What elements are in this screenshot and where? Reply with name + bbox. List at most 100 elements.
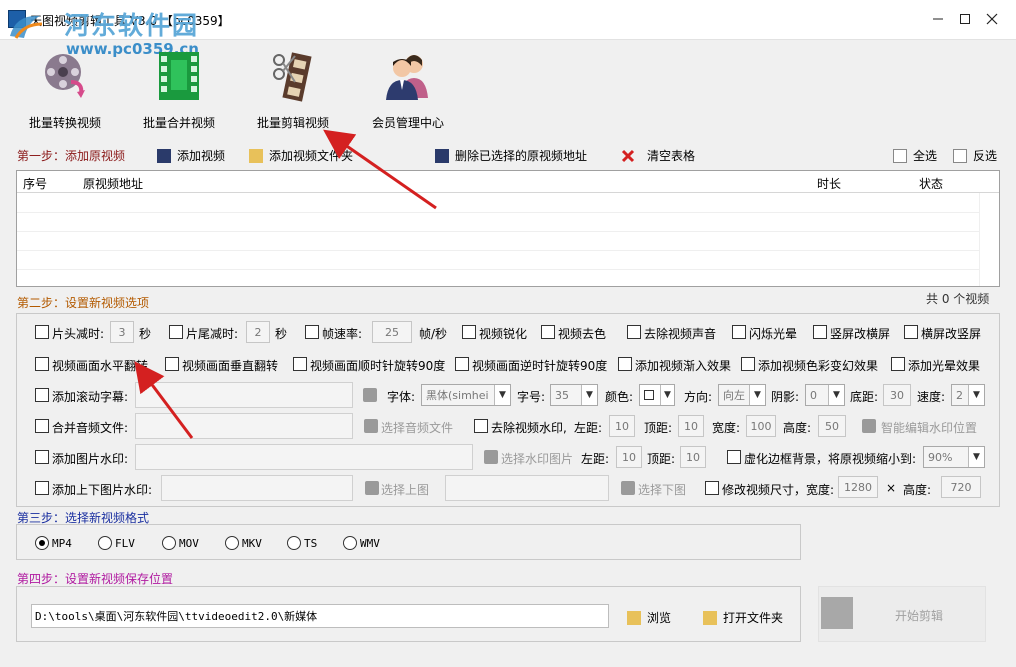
scroll-subtitle-checkbox[interactable] <box>35 388 49 402</box>
v2h-checkbox[interactable] <box>813 325 827 339</box>
resize-width-input[interactable]: 1280 <box>838 476 878 498</box>
left-label: 左距: <box>574 421 603 435</box>
smart-edit-button[interactable]: 智能编辑水印位置 <box>881 419 977 436</box>
browse-label: 浏览 <box>647 611 672 625</box>
shadow-select-value: 0 <box>810 388 817 402</box>
open-folder-button[interactable]: 打开文件夹 <box>703 609 783 626</box>
close-button[interactable] <box>981 8 1003 30</box>
audio-file-input[interactable] <box>135 413 353 439</box>
format-label: MKV <box>242 537 262 550</box>
format-radio-ts[interactable] <box>287 536 301 550</box>
halo-checkbox[interactable] <box>891 357 905 371</box>
img-top-input[interactable]: 10 <box>680 446 706 468</box>
rotate-ccw-checkbox[interactable] <box>455 357 469 371</box>
sharpen-label: 视频锐化 <box>479 327 528 341</box>
decolor-checkbox[interactable] <box>541 325 555 339</box>
format-radio-mkv[interactable] <box>225 536 239 550</box>
clear-table-button[interactable]: 清空表格 <box>621 147 695 164</box>
batch-convert-button[interactable]: 批量转换视频 <box>10 48 120 132</box>
toolbar-label: 批量转换视频 <box>28 116 101 130</box>
select-all-icon <box>893 148 907 163</box>
shadow-select[interactable]: 0 ▼ <box>805 384 845 406</box>
font-select[interactable]: 黑体(simhei ▼ <box>421 384 511 406</box>
color-label: 颜色: <box>605 390 634 404</box>
video-table[interactable]: 序号 原视频地址 时长 状态 <box>16 170 1000 287</box>
column-status[interactable]: 状态 <box>919 175 943 192</box>
hflip-checkbox[interactable] <box>35 357 49 371</box>
tail-cut-input[interactable]: 2 <box>246 321 270 343</box>
batch-edit-button[interactable]: 批量剪辑视频 <box>238 48 348 132</box>
save-path-input[interactable]: D:\tools\桌面\河东软件园\ttvideoedit2.0\新媒体 <box>31 604 609 628</box>
top-image-input[interactable] <box>161 475 353 501</box>
bottom-input[interactable]: 30 <box>883 384 911 406</box>
img-left-input[interactable]: 10 <box>616 446 642 468</box>
h2v-checkbox[interactable] <box>904 325 918 339</box>
speed-select[interactable]: 2 ▼ <box>951 384 985 406</box>
color-fx-checkbox[interactable] <box>741 357 755 371</box>
format-radio-flv[interactable] <box>98 536 112 550</box>
choose-watermark-image-button[interactable]: 选择水印图片 <box>501 450 573 467</box>
member-center-button[interactable]: 会员管理中心 <box>353 48 463 132</box>
blur-border-checkbox[interactable] <box>727 450 741 464</box>
direction-select-value: 向左 <box>723 389 745 402</box>
resize-checkbox[interactable] <box>705 481 719 495</box>
column-path[interactable]: 原视频地址 <box>83 175 143 192</box>
merge-audio-checkbox[interactable] <box>35 419 49 433</box>
image-watermark-checkbox[interactable] <box>35 450 49 464</box>
save-panel: D:\tools\桌面\河东软件园\ttvideoedit2.0\新媒体 浏览 … <box>16 586 801 642</box>
vflip-checkbox[interactable] <box>165 357 179 371</box>
toolbar-label: 批量合并视频 <box>142 116 215 130</box>
scissors-film-icon <box>273 52 312 102</box>
format-radio-mov[interactable] <box>162 536 176 550</box>
browse-button[interactable]: 浏览 <box>627 609 671 626</box>
minimize-button[interactable] <box>927 8 949 30</box>
head-cut-label: 片头减时: <box>52 327 105 341</box>
fps-checkbox[interactable] <box>305 325 319 339</box>
delete-selected-button[interactable]: 删除已选择的原视频地址 <box>435 147 587 164</box>
format-radio-wmv[interactable] <box>343 536 357 550</box>
direction-select[interactable]: 向左 ▼ <box>718 384 766 406</box>
fps-input[interactable]: 25 <box>372 321 412 343</box>
wm-left-input[interactable]: 10 <box>609 415 635 437</box>
choose-audio-button[interactable]: 选择音频文件 <box>381 419 453 436</box>
add-video-button[interactable]: 添加视频 <box>157 147 225 164</box>
head-cut-input[interactable]: 3 <box>110 321 134 343</box>
flash-checkbox[interactable] <box>732 325 746 339</box>
add-folder-button[interactable]: 添加视频文件夹 <box>249 147 353 164</box>
sec-label: 秒 <box>275 327 288 341</box>
head-cut-checkbox[interactable] <box>35 325 49 339</box>
batch-merge-button[interactable]: 批量合并视频 <box>124 48 234 132</box>
wm-height-input[interactable]: 50 <box>818 415 846 437</box>
size-select[interactable]: 35 ▼ <box>550 384 598 406</box>
v2h-label: 竖屏改横屏 <box>830 327 891 341</box>
top-bottom-watermark-checkbox[interactable] <box>35 481 49 495</box>
choose-top-image-button[interactable]: 选择上图 <box>381 481 429 498</box>
maximize-button[interactable] <box>954 8 976 30</box>
column-duration[interactable]: 时长 <box>817 175 841 192</box>
sharpen-checkbox[interactable] <box>462 325 476 339</box>
mute-checkbox[interactable] <box>627 325 641 339</box>
color-select[interactable]: ▼ <box>639 384 675 406</box>
choose-bottom-image-button[interactable]: 选择下图 <box>638 481 686 498</box>
remove-watermark-checkbox[interactable] <box>474 419 488 433</box>
font-settings-icon[interactable] <box>363 388 377 402</box>
format-radio-mp4[interactable] <box>35 536 49 550</box>
top-label: 顶距: <box>644 421 673 435</box>
bottom-image-input[interactable] <box>445 475 609 501</box>
start-edit-button[interactable]: 开始剪辑 <box>818 586 986 642</box>
format-label: FLV <box>115 537 135 550</box>
fade-checkbox[interactable] <box>618 357 632 371</box>
watermark-image-input[interactable] <box>135 444 473 470</box>
invert-selection-button[interactable]: 反选 <box>953 147 997 164</box>
wm-width-input[interactable]: 100 <box>746 415 776 437</box>
folder-search-icon <box>627 610 641 625</box>
subtitle-text-input[interactable] <box>135 382 353 408</box>
tail-cut-checkbox[interactable] <box>169 325 183 339</box>
select-all-button[interactable]: 全选 <box>893 147 937 164</box>
red-x-icon <box>621 149 635 162</box>
resize-height-input[interactable]: 720 <box>941 476 981 498</box>
wm-top-input[interactable]: 10 <box>678 415 704 437</box>
rotate-cw-checkbox[interactable] <box>293 357 307 371</box>
column-index[interactable]: 序号 <box>23 175 47 192</box>
scale-select[interactable]: 90% ▼ <box>923 446 985 468</box>
